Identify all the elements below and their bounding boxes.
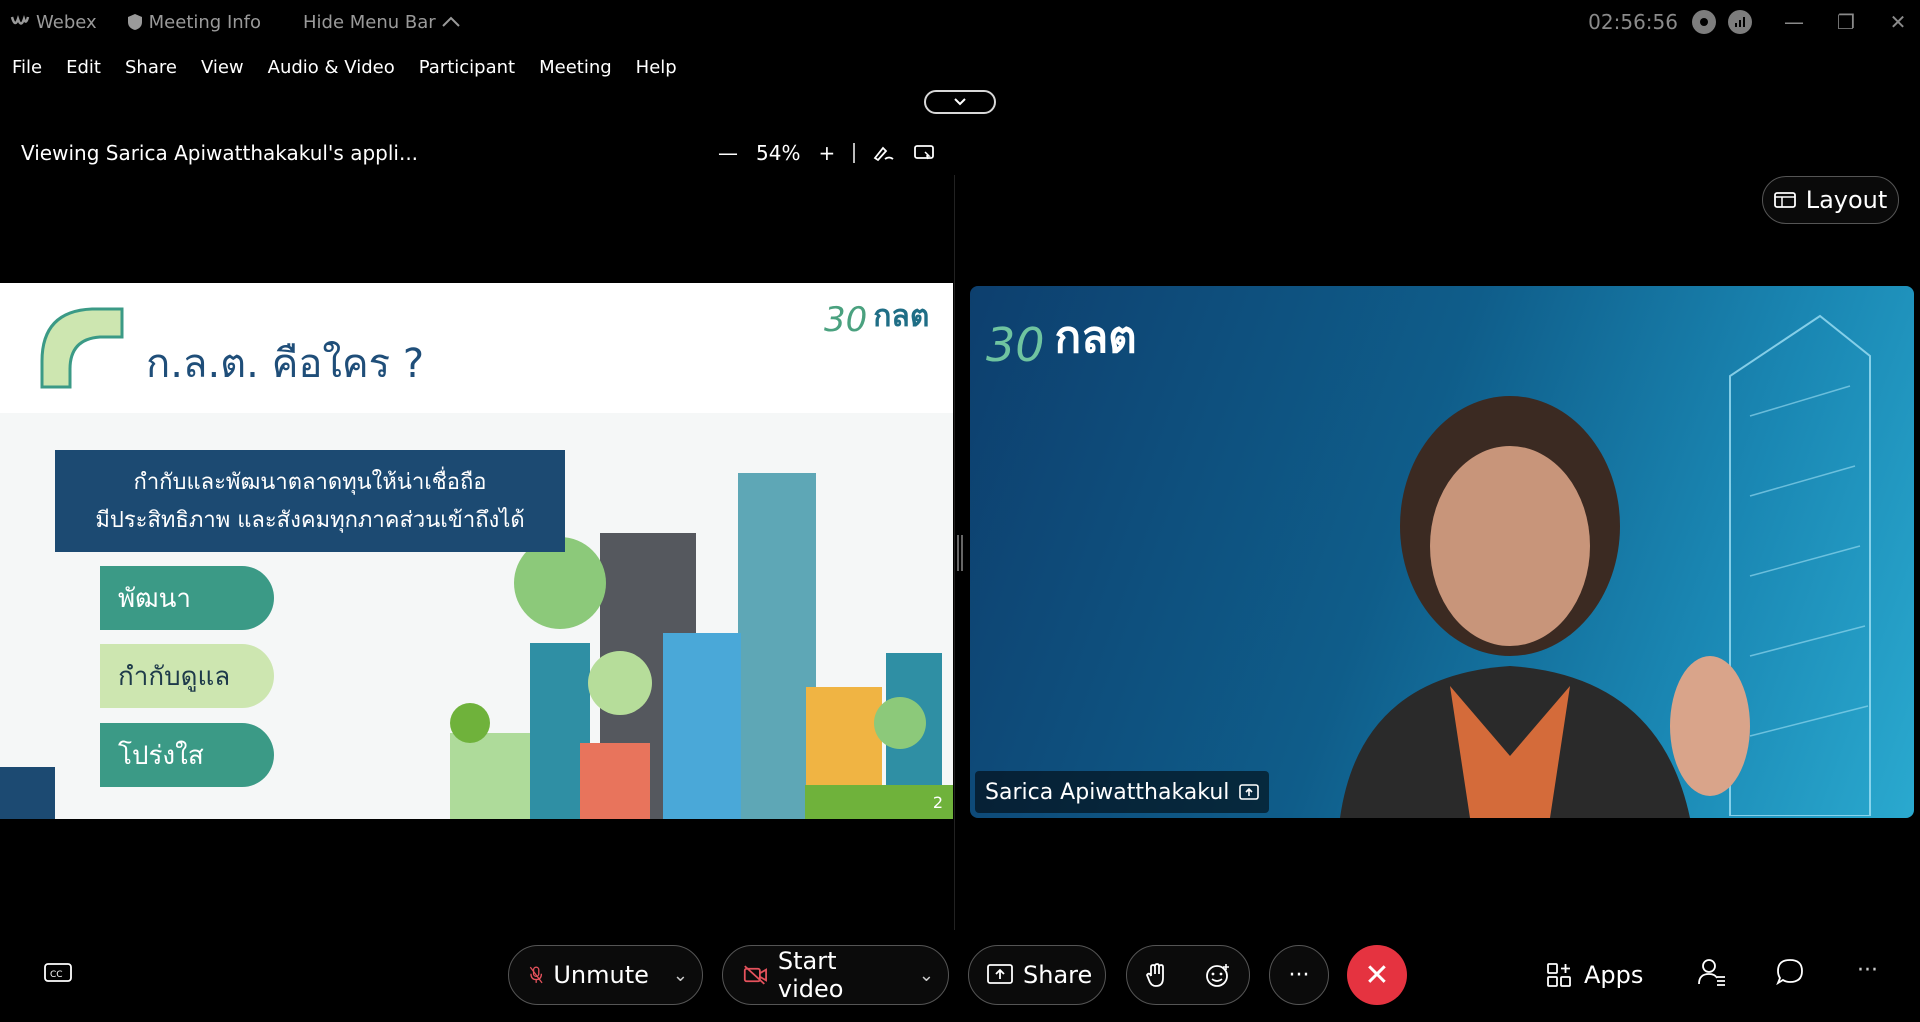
participant-name-tag: Sarica Apiwatthakakul <box>975 771 1270 813</box>
video-options-chevron-icon[interactable]: ⌄ <box>919 965 934 986</box>
participants-button[interactable] <box>1697 957 1727 991</box>
reactions-group <box>1126 945 1250 1005</box>
video-logo: 30 กลต <box>986 302 1137 372</box>
slide-page-number: 2 <box>805 785 953 819</box>
panel-more-options-button[interactable]: ··· <box>1857 958 1878 983</box>
meeting-info-label: Meeting Info <box>148 11 262 33</box>
chevron-down-icon <box>954 98 966 106</box>
slide-corner-decoration <box>0 767 55 819</box>
slide-logo: 30 กลต <box>824 293 929 340</box>
unmute-label: Unmute <box>553 961 649 989</box>
slide-pill-transparent: โปร่งใส <box>100 723 274 787</box>
recording-indicator-icon[interactable] <box>1692 10 1716 34</box>
layout-label: Layout <box>1805 186 1888 214</box>
zoom-level: 54% <box>756 141 801 165</box>
share-header: Viewing Sarica Apiwatthakakul's appli...… <box>0 130 955 176</box>
closed-captions-icon: CC <box>44 963 72 982</box>
start-video-label: Start video <box>777 947 844 1003</box>
collapse-controls-button[interactable] <box>924 90 996 114</box>
menu-file[interactable]: File <box>12 57 42 78</box>
svg-text:CC: CC <box>50 970 63 980</box>
slide-title: ก.ล.ต. คือใคร ? <box>146 341 425 387</box>
apps-grid-icon <box>1547 963 1571 987</box>
microphone-muted-icon <box>529 966 543 984</box>
menu-view[interactable]: View <box>201 57 244 78</box>
more-options-button[interactable]: ··· <box>1269 945 1329 1005</box>
zoom-out-button[interactable]: — <box>718 141 738 165</box>
slide-pill-supervise: กำกับดูแล <box>100 644 274 708</box>
viewing-share-label: Viewing Sarica Apiwatthakakul's appli... <box>21 141 419 165</box>
close-icon: ✕ <box>1364 957 1390 993</box>
restore-button[interactable]: ❐ <box>1824 10 1868 34</box>
webex-app-label: Webex <box>10 12 97 33</box>
chat-button[interactable] <box>1775 957 1805 991</box>
unmute-button[interactable]: Unmute ⌄ <box>508 945 703 1005</box>
anniversary-mark: 30 <box>824 300 868 340</box>
share-icon <box>987 964 1013 984</box>
menu-meeting[interactable]: Meeting <box>539 57 612 78</box>
meeting-info-button[interactable]: Meeting Info <box>127 12 261 33</box>
zoom-in-button[interactable]: + <box>818 141 835 165</box>
shared-slide: ก.ล.ต. คือใคร ? 30 กลต กำกับและพัฒนาตลาด… <box>0 283 953 819</box>
shield-icon <box>127 14 142 30</box>
chevron-up-icon <box>441 16 460 27</box>
sharing-indicator-icon <box>1239 784 1260 800</box>
participant-name: Sarica Apiwatthakakul <box>985 779 1230 805</box>
menu-bar: File Edit Share View Audio & Video Parti… <box>0 50 689 84</box>
apps-button[interactable]: Apps <box>1546 945 1643 1005</box>
mission-line-2: มีประสิทธิภาพ และสังคมทุกภาคส่วนเข้าถึงไ… <box>95 508 525 533</box>
hide-menu-bar-button[interactable]: Hide Menu Bar <box>303 12 460 33</box>
title-bar: Webex Meeting Info Hide Menu Bar 02:56:5… <box>0 0 1920 44</box>
app-name: Webex <box>36 11 97 33</box>
menu-audio-video[interactable]: Audio & Video <box>268 57 395 78</box>
raise-hand-icon[interactable] <box>1145 962 1168 988</box>
share-button[interactable]: Share <box>968 945 1106 1005</box>
apps-label: Apps <box>1584 961 1644 989</box>
menu-help[interactable]: Help <box>636 57 677 78</box>
mission-line-1: กำกับและพัฒนาตลาดทุนให้น่าเชื่อถือ <box>133 470 487 495</box>
meeting-control-bar: CC Unmute ⌄ Start video ⌄ Share ··· ✕ Ap… <box>0 930 1920 1022</box>
menu-share[interactable]: Share <box>125 57 177 78</box>
request-control-icon[interactable] <box>913 144 935 162</box>
slide-mission-band: กำกับและพัฒนาตลาดทุนให้น่าเชื่อถือ มีประ… <box>55 450 565 552</box>
annotate-icon[interactable] <box>873 144 895 162</box>
camera-off-icon <box>743 965 767 985</box>
chat-bubble-icon <box>1776 959 1803 986</box>
participants-icon <box>1698 959 1725 986</box>
close-window-button[interactable]: ✕ <box>1876 10 1920 34</box>
zoom-controls: — 54% + <box>718 130 935 176</box>
divider <box>853 143 856 163</box>
leave-meeting-button[interactable]: ✕ <box>1347 945 1407 1005</box>
layout-icon <box>1773 192 1796 208</box>
audio-options-chevron-icon[interactable]: ⌄ <box>673 965 688 986</box>
slide-header <box>0 283 953 413</box>
minimize-button[interactable]: — <box>1772 10 1816 34</box>
webex-logo-icon <box>10 15 30 25</box>
start-video-button[interactable]: Start video ⌄ <box>722 945 949 1005</box>
menu-participant[interactable]: Participant <box>419 57 515 78</box>
slide-arc-decoration-icon <box>40 307 124 389</box>
slide-pill-develop: พัฒนา <box>100 566 274 630</box>
split-resize-handle[interactable] <box>957 535 963 571</box>
hide-menu-label: Hide Menu Bar <box>303 11 436 33</box>
video-anniversary-mark: 30 <box>986 318 1045 372</box>
share-label: Share <box>1023 961 1093 989</box>
meeting-clock: 02:56:56 <box>1588 10 1678 34</box>
presenter-silhouette-icon <box>1340 396 1750 818</box>
network-stats-icon[interactable] <box>1728 10 1752 34</box>
layout-button[interactable]: Layout <box>1762 176 1899 224</box>
closed-captions-button[interactable]: CC <box>44 963 72 989</box>
sec-logo-text: กลต <box>873 299 930 334</box>
reactions-icon[interactable] <box>1205 962 1231 988</box>
menu-edit[interactable]: Edit <box>66 57 101 78</box>
video-sec-logo-text: กลต <box>1054 312 1137 363</box>
participant-video-tile[interactable]: 30 กลต Sarica Apiwatthakakul <box>970 286 1914 818</box>
